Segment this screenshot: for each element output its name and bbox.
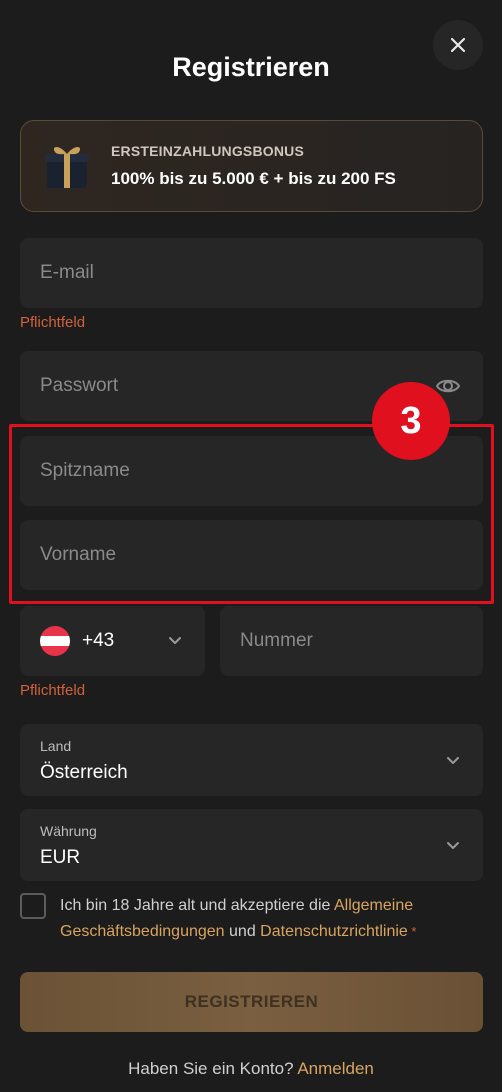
terms-text-before: Ich bin 18 Jahre alt und akzeptiere die [60, 897, 334, 914]
chevron-down-icon [447, 842, 459, 849]
country-label: Land [40, 738, 72, 754]
austria-flag-icon [40, 626, 70, 656]
email-error: Pflichtfeld [20, 314, 86, 331]
chevron-down-icon [447, 757, 459, 764]
bonus-banner[interactable]: ERSTEINZAHLUNGSBONUS 100% bis zu 5.000 €… [20, 120, 483, 212]
register-button[interactable]: REGISTRIEREN [20, 972, 483, 1032]
country-select[interactable]: Land Österreich [20, 724, 483, 796]
page-title: Registrieren [172, 52, 330, 82]
required-mark: * [407, 924, 417, 939]
gift-icon [41, 140, 93, 192]
country-value: Österreich [40, 762, 128, 783]
currency-select[interactable]: Währung EUR [20, 809, 483, 881]
email-field[interactable]: E-mail [20, 238, 483, 308]
register-button-label: REGISTRIEREN [184, 992, 319, 1011]
step-badge: 3 [372, 382, 450, 460]
phone-placeholder: Nummer [240, 630, 313, 651]
close-icon [451, 38, 465, 52]
login-prompt: Haben Sie ein Konto? Anmelden [0, 1059, 502, 1079]
chevron-down-icon [169, 637, 181, 644]
currency-value: EUR [40, 847, 81, 868]
bonus-label: ERSTEINZAHLUNGSBONUS [111, 143, 305, 159]
terms-checkbox[interactable] [20, 893, 46, 919]
phone-number-field[interactable]: Nummer [220, 606, 483, 676]
password-placeholder: Passwort [40, 375, 119, 396]
country-code-select[interactable]: +43 [20, 606, 205, 676]
privacy-link[interactable]: Datenschutzrichtlinie [260, 923, 408, 940]
login-text: Haben Sie ein Konto? [128, 1059, 298, 1078]
country-code: +43 [82, 630, 115, 651]
login-link[interactable]: Anmelden [297, 1059, 374, 1078]
terms-text: Ich bin 18 Jahre alt und akzeptiere die … [60, 893, 480, 945]
terms-text-mid: und [224, 923, 261, 940]
email-placeholder: E-mail [40, 262, 94, 283]
bonus-value: 100% bis zu 5.000 € + bis zu 200 FS [111, 169, 396, 188]
currency-label: Währung [40, 823, 97, 839]
phone-error: Pflichtfeld [20, 682, 86, 699]
